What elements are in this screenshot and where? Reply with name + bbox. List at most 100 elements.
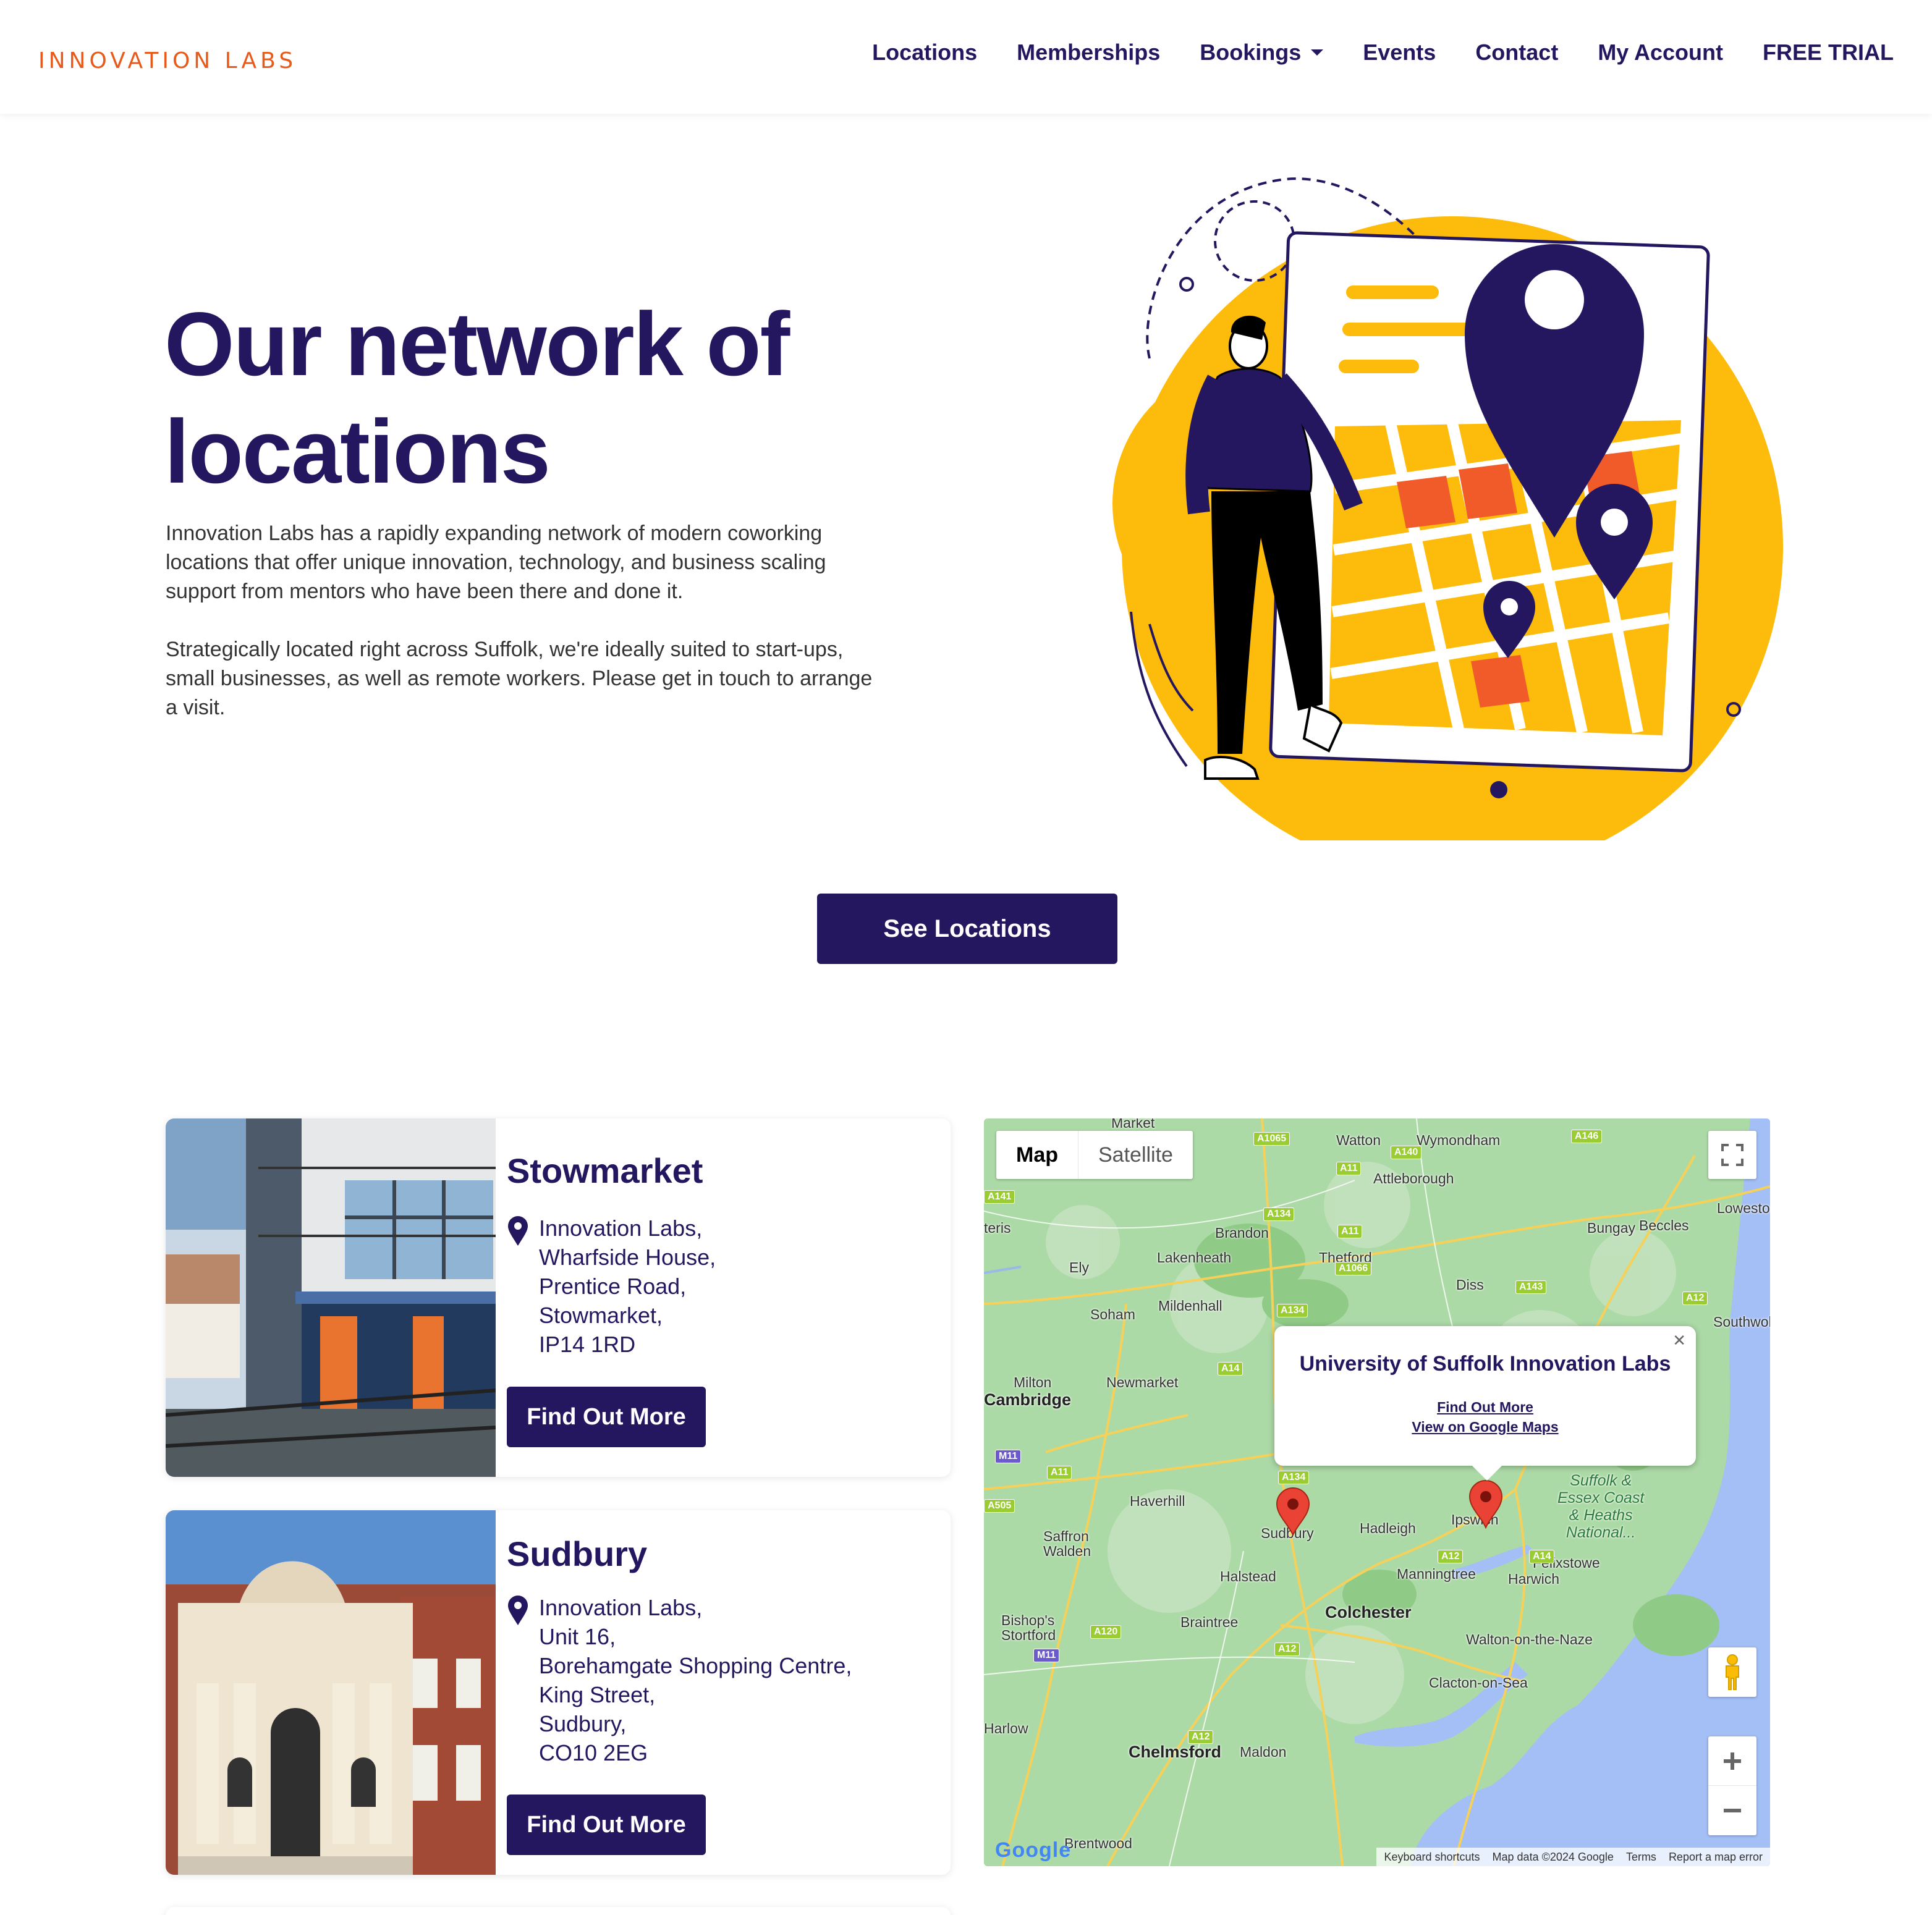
map-place-label: Beccles xyxy=(1639,1217,1689,1233)
page-title-line1: Our network of xyxy=(164,294,790,394)
intro-paragraph: Innovation Labs has a rapidly expanding … xyxy=(166,522,826,603)
map-place-label: Chelmsford xyxy=(1129,1743,1222,1761)
nav-label: Bookings xyxy=(1200,40,1302,65)
road-shield: A141 xyxy=(984,1190,1015,1204)
map-place-label: Lakenheath xyxy=(1157,1249,1232,1266)
map-place-label: Colchester xyxy=(1325,1603,1412,1621)
road-shield: A11 xyxy=(1337,1225,1363,1238)
nav-events[interactable]: Events xyxy=(1363,40,1436,66)
location-title: Stowmarket xyxy=(507,1151,703,1190)
address-line: Innovation Labs, xyxy=(539,1215,703,1241)
nav-contact[interactable]: Contact xyxy=(1475,40,1558,66)
map-marker-icon[interactable] xyxy=(1468,1479,1503,1529)
nav-label: Locations xyxy=(872,40,978,65)
address: Innovation Labs, Unit 16, Borehamgate Sh… xyxy=(539,1593,852,1767)
map-marker-icon[interactable] xyxy=(1276,1487,1310,1536)
road-shield: A14 xyxy=(1218,1362,1244,1376)
address-line: Unit 16, xyxy=(539,1624,616,1649)
close-icon[interactable]: ✕ xyxy=(1672,1331,1686,1350)
intro-paragraph-2: Strategically located right across Suffo… xyxy=(166,638,873,719)
road-shield: A12 xyxy=(1188,1730,1214,1744)
infowindow-find-out-more-link[interactable]: Find Out More xyxy=(1274,1399,1696,1416)
nav-memberships[interactable]: Memberships xyxy=(1017,40,1160,66)
address-line: IP14 1RD xyxy=(539,1332,636,1357)
map-place-label: Walton-on-the-Naze xyxy=(1466,1631,1593,1647)
map-type-satellite[interactable]: Satellite xyxy=(1078,1131,1193,1179)
road-shield: A14 xyxy=(1529,1550,1555,1563)
road-shield: M11 xyxy=(995,1450,1022,1463)
map-type-map[interactable]: Map xyxy=(996,1131,1078,1179)
road-shield: A12 xyxy=(1274,1642,1300,1656)
road-shield: A140 xyxy=(1391,1146,1422,1159)
map-place-label: Bishop's Stortford xyxy=(1001,1612,1056,1643)
map-place-label: Bungay xyxy=(1587,1220,1636,1236)
road-shield: A12 xyxy=(1682,1291,1708,1305)
address-line: CO10 2EG xyxy=(539,1740,648,1765)
report-map-error-link[interactable]: Report a map error xyxy=(1669,1851,1763,1864)
nav-label: FREE TRIAL xyxy=(1763,40,1894,65)
address-line: Wharfside House, xyxy=(539,1245,716,1270)
address-line: Innovation Labs, xyxy=(539,1595,703,1620)
address-line: Sudbury, xyxy=(539,1711,627,1736)
zoom-control xyxy=(1708,1736,1756,1835)
infowindow-google-maps-link[interactable]: View on Google Maps xyxy=(1274,1419,1696,1435)
map-place-label: Watton xyxy=(1336,1132,1381,1148)
keyboard-shortcuts-link[interactable]: Keyboard shortcuts xyxy=(1384,1851,1480,1864)
location-photo xyxy=(166,1510,496,1875)
map-place-label: teris xyxy=(984,1220,1011,1236)
location-title: Sudbury xyxy=(507,1534,648,1573)
address: Innovation Labs, Wharfside House, Prenti… xyxy=(539,1214,716,1359)
map-place-label: Wymondham xyxy=(1417,1132,1501,1148)
google-logo[interactable]: Google xyxy=(995,1838,1071,1862)
zoom-in-icon[interactable] xyxy=(1708,1736,1756,1786)
map-place-label: Harlow xyxy=(984,1720,1028,1736)
fullscreen-icon[interactable] xyxy=(1708,1131,1756,1179)
road-shield: A1066 xyxy=(1335,1262,1372,1275)
map-place-label: Lowesto xyxy=(1717,1200,1770,1216)
see-locations-button[interactable]: See Locations xyxy=(817,894,1117,964)
map-place-label: Diss xyxy=(1456,1277,1484,1293)
find-out-more-button[interactable]: Find Out More xyxy=(507,1795,706,1855)
road-shield: A134 xyxy=(1278,1471,1310,1484)
road-shield: A134 xyxy=(1277,1304,1308,1317)
map-place-label: Halstead xyxy=(1220,1568,1276,1584)
road-shield: A11 xyxy=(1336,1162,1362,1175)
page-title-line2: locations xyxy=(164,401,551,502)
nav-locations[interactable]: Locations xyxy=(872,40,977,66)
nav-my-account[interactable]: My Account xyxy=(1598,40,1723,66)
site-header: INNOVATION LABS Locations Memberships Bo… xyxy=(0,0,1932,114)
nav-free-trial[interactable]: FREE TRIAL xyxy=(1763,40,1894,66)
map-place-label: Brandon xyxy=(1215,1225,1269,1241)
map-place-label: Manningtree xyxy=(1397,1566,1476,1582)
map-place-label: Ely xyxy=(1069,1259,1089,1275)
map-place-label: Soham xyxy=(1090,1306,1135,1322)
address-line: Borehamgate Shopping Centre, xyxy=(539,1653,852,1678)
map-place-label: Market xyxy=(1111,1118,1155,1131)
map-place-label: Mildenhall xyxy=(1158,1298,1222,1314)
road-shield: A1065 xyxy=(1253,1132,1290,1146)
nav-bookings[interactable]: Bookings xyxy=(1200,40,1324,66)
road-shield: A505 xyxy=(984,1499,1015,1513)
location-card-stowmarket: Stowmarket Innovation Labs, Wharfside Ho… xyxy=(166,1118,951,1477)
map-place-label: Clacton-on-Sea xyxy=(1429,1675,1528,1691)
zoom-out-icon[interactable] xyxy=(1708,1786,1756,1835)
map-place-label: Milton xyxy=(1014,1374,1052,1390)
map-place-label: Hadleigh xyxy=(1360,1520,1416,1536)
road-shield: A12 xyxy=(1438,1550,1464,1563)
chevron-down-icon xyxy=(1311,49,1324,56)
map-place-label: Braintree xyxy=(1180,1614,1239,1630)
hero-illustration xyxy=(1112,177,1783,840)
pegman-icon[interactable] xyxy=(1708,1647,1756,1697)
map-place-label: Harwich xyxy=(1508,1571,1560,1587)
road-shield: A120 xyxy=(1090,1625,1122,1639)
location-photo xyxy=(166,1118,496,1477)
google-map[interactable]: Market Watton Wymondham Attleborough ter… xyxy=(984,1118,1770,1866)
map-place-label: Southwold xyxy=(1713,1314,1770,1330)
find-out-more-button[interactable]: Find Out More xyxy=(507,1387,706,1447)
road-shield: A146 xyxy=(1571,1130,1603,1143)
location-pin-icon xyxy=(508,1216,528,1246)
terms-link[interactable]: Terms xyxy=(1626,1851,1656,1864)
map-footer: Keyboard shortcuts Map data ©2024 Google… xyxy=(1376,1848,1770,1866)
map-infowindow: ✕ University of Suffolk Innovation Labs … xyxy=(1274,1326,1696,1481)
logo[interactable]: INNOVATION LABS xyxy=(38,48,297,74)
